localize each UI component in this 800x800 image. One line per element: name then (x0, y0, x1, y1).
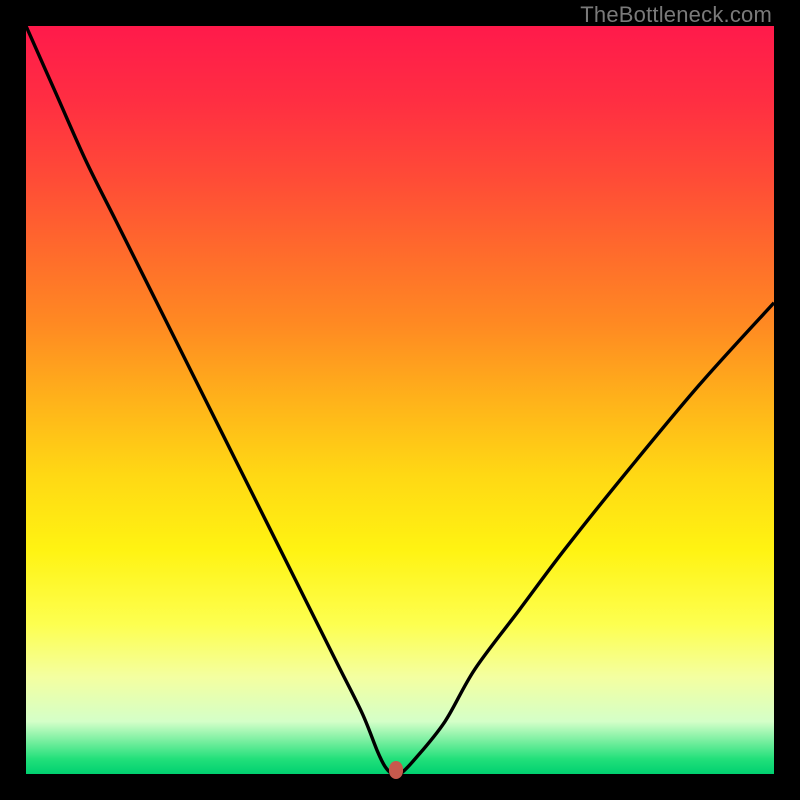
bottleneck-curve (26, 26, 774, 774)
plot-area (26, 26, 774, 774)
optimum-marker (389, 761, 403, 779)
chart-frame: TheBottleneck.com (0, 0, 800, 800)
watermark-text: TheBottleneck.com (580, 2, 772, 28)
curve-path (26, 26, 774, 774)
